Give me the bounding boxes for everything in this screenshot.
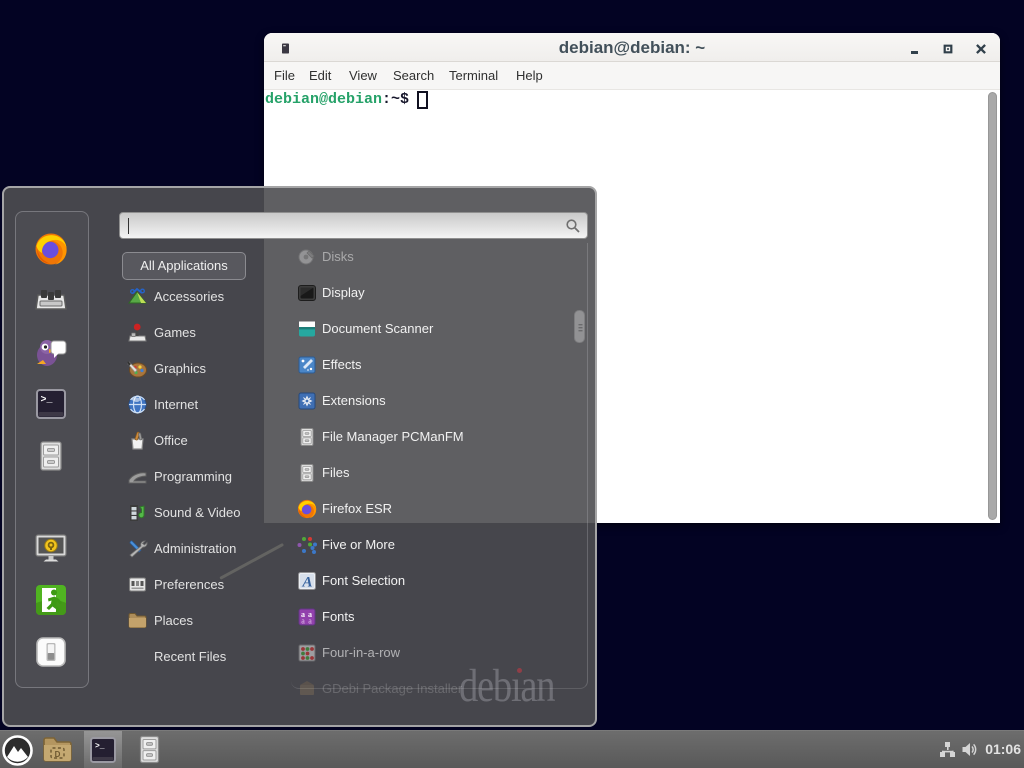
svg-text:D: D — [55, 750, 61, 759]
svg-text:>_: >_ — [41, 395, 54, 406]
svg-text:>_: >_ — [95, 742, 105, 751]
svg-text:a: a — [308, 617, 312, 626]
svg-text:A: A — [301, 575, 312, 591]
svg-text:a: a — [301, 617, 305, 626]
